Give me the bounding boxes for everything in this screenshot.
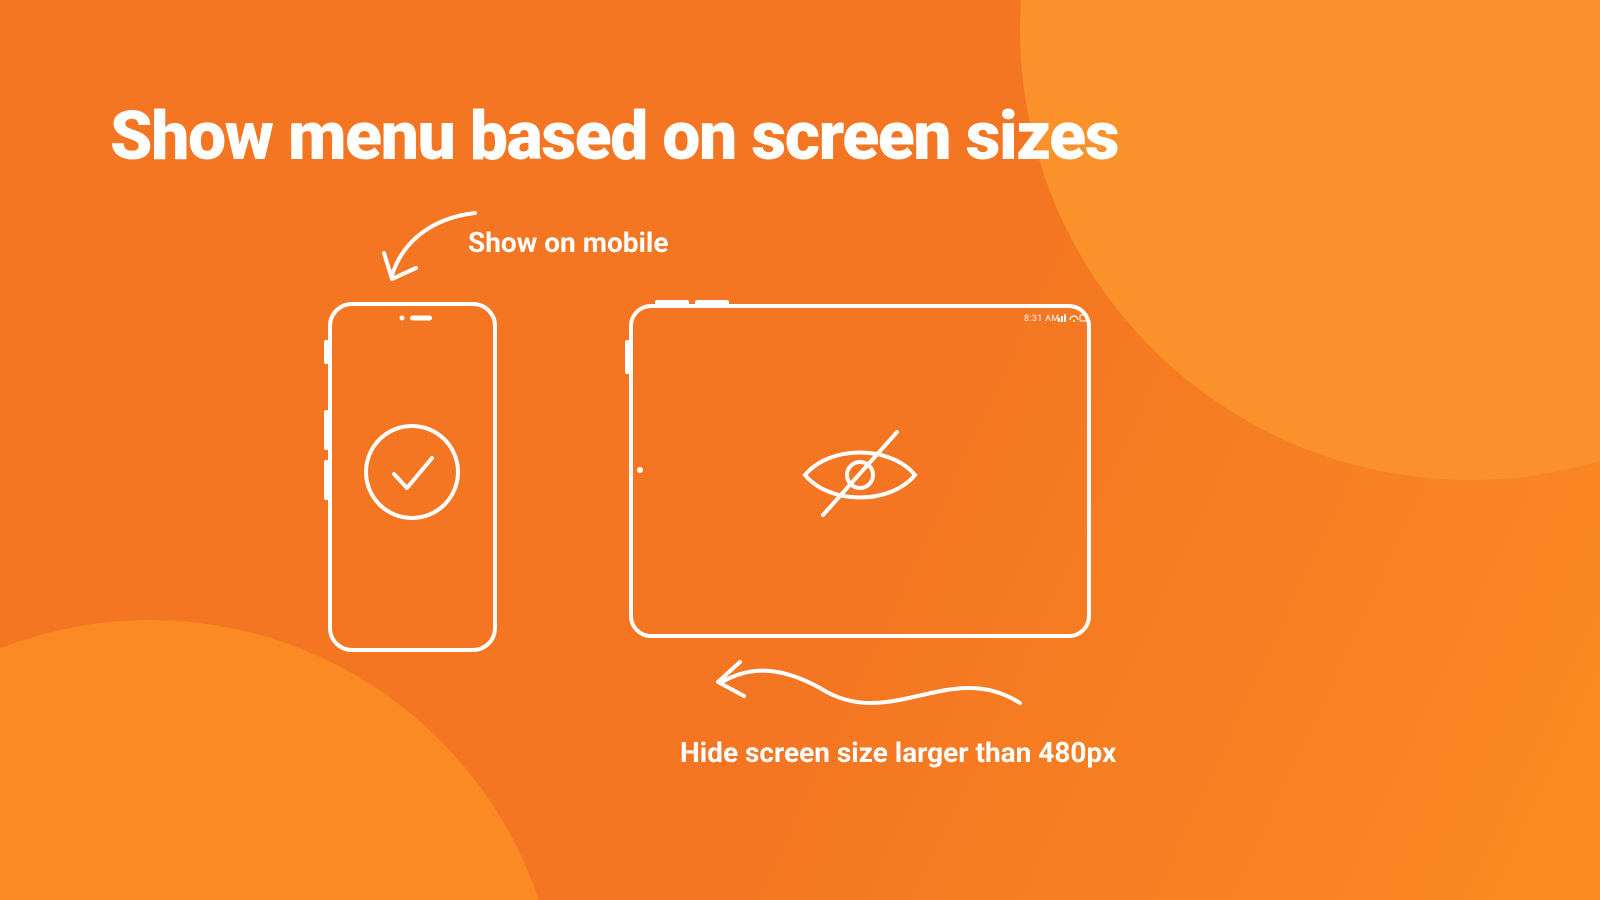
hidden-eye-icon [795,420,925,530]
arrow-to-tablet-icon [700,648,1040,728]
tablet-status-time: 8:31 AM [1024,314,1059,324]
arrow-to-phone-icon [370,205,520,305]
tablet-caption: Hide screen size larger than 480px [680,736,1116,769]
check-circle-icon [360,420,465,525]
slide-stage: Show menu based on screen sizes Show on … [0,0,1600,900]
slide-title: Show menu based on screen sizes [110,96,1118,176]
decor-blob-top-right [1020,0,1600,480]
decor-blob-bottom-left [0,620,560,900]
tablet-status-icons [1058,312,1088,324]
